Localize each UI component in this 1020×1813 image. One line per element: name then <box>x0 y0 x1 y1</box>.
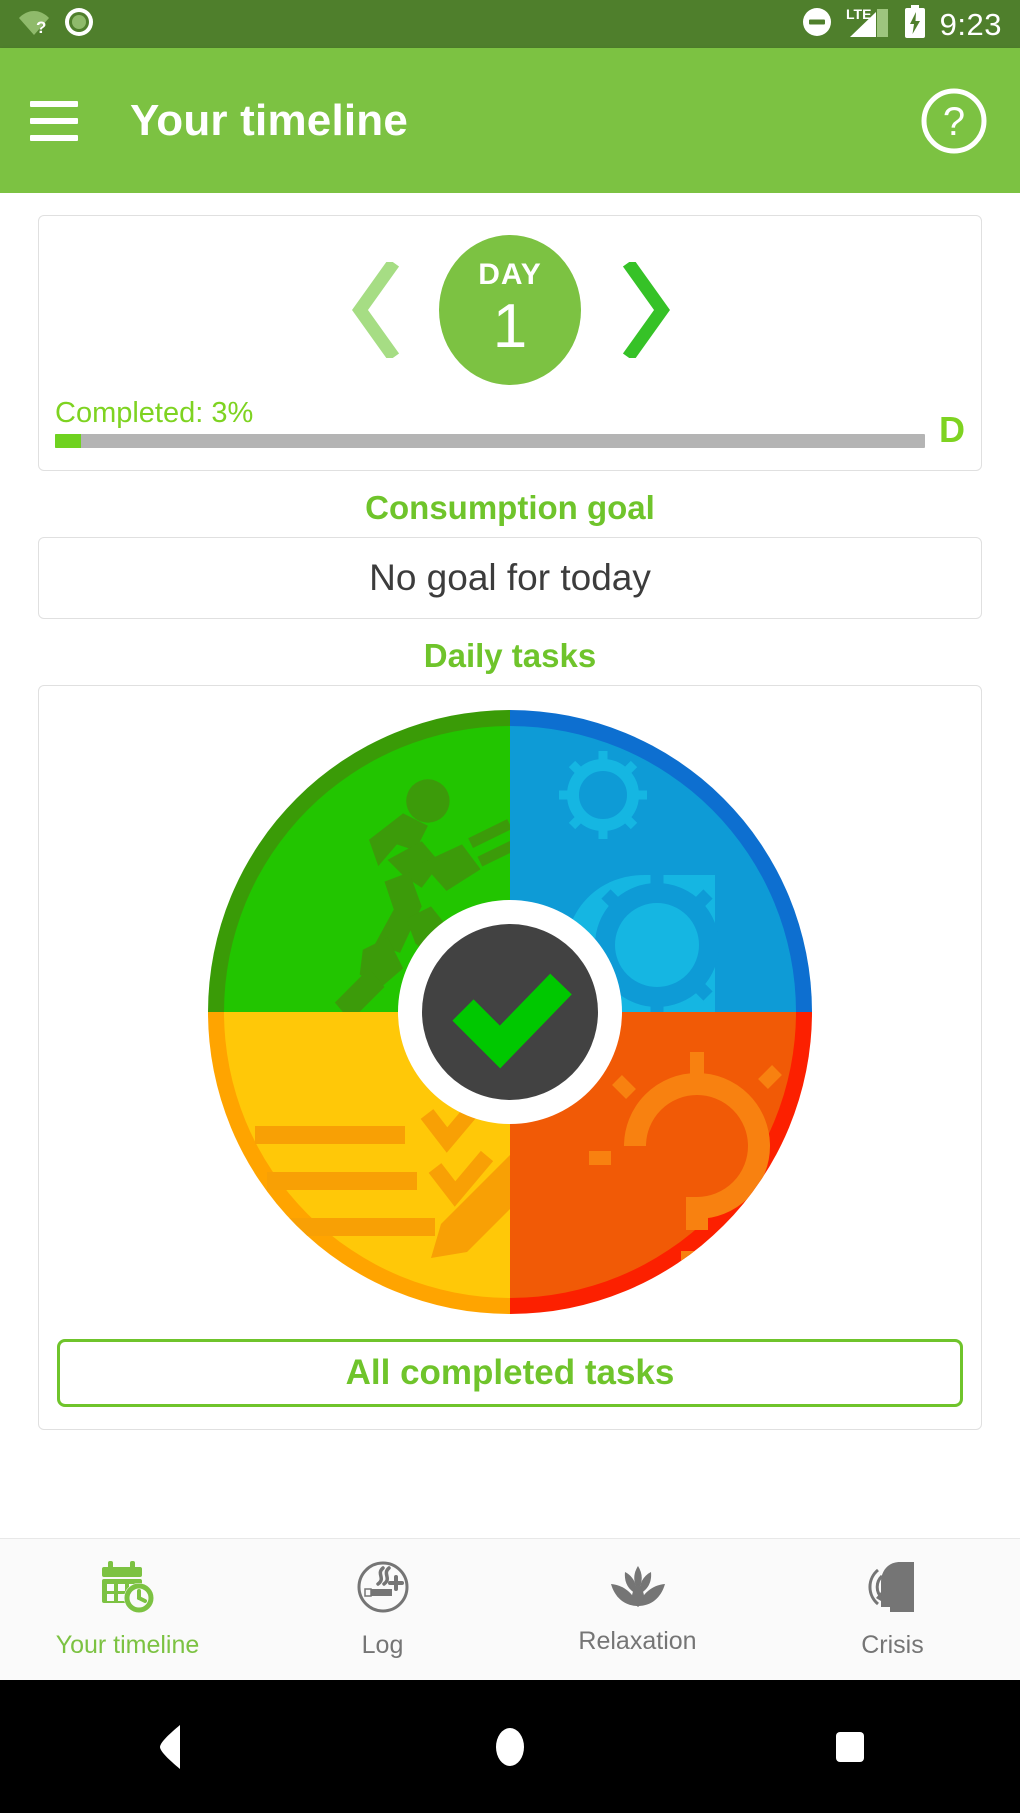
tasks-wheel-wrapper <box>57 700 963 1325</box>
lotus-flower-icon <box>609 1564 667 1615</box>
recents-square-icon[interactable] <box>790 1680 910 1813</box>
home-circle-icon[interactable] <box>450 1680 570 1813</box>
nav-item-your-timeline[interactable]: Your timeline <box>0 1539 255 1680</box>
hamburger-menu-icon[interactable] <box>30 100 78 141</box>
consumption-goal-card[interactable]: No goal for today <box>38 536 982 619</box>
day-bubble[interactable]: DAY 1 <box>439 235 581 385</box>
status-bar-clock: 9:23 <box>939 6 1002 42</box>
nav-label-your-timeline: Your timeline <box>55 1630 200 1659</box>
wifi-question-icon: ? <box>18 8 50 41</box>
chevron-left-icon[interactable] <box>343 262 405 358</box>
nav-item-crisis[interactable]: Crisis <box>765 1539 1020 1680</box>
day-selector-card: DAY 1 Completed: 3% D <box>38 215 982 471</box>
nav-label-log: Log <box>361 1630 404 1659</box>
nav-item-log[interactable]: Log <box>255 1539 510 1680</box>
consumption-goal-value: No goal for today <box>369 556 651 598</box>
tasks-wheel <box>208 709 812 1314</box>
progress-label: Completed: 3% <box>55 397 254 429</box>
chevron-right-icon[interactable] <box>615 262 677 358</box>
help-circle-icon[interactable]: ? <box>918 85 990 157</box>
progress-fill <box>55 433 82 448</box>
progress-row: Completed: 3% D <box>55 397 965 450</box>
nav-label-relaxation: Relaxation <box>578 1626 697 1655</box>
back-triangle-icon[interactable] <box>110 1680 230 1813</box>
record-dot-icon <box>64 7 94 42</box>
app-screen: ? LTE 9:23 Your timeline ? DAY 1 Complet… <box>0 0 1020 1813</box>
app-bar: Your timeline ? <box>0 48 1020 193</box>
page-title: Your timeline <box>130 95 409 145</box>
lte-signal-icon: LTE <box>846 6 890 43</box>
nav-item-relaxation[interactable]: Relaxation <box>510 1539 765 1680</box>
calendar-clock-icon <box>100 1560 156 1619</box>
consumption-goal-heading: Consumption goal <box>365 488 655 526</box>
daily-tasks-card: All completed tasks <box>38 684 982 1430</box>
svg-text:LTE: LTE <box>846 6 871 22</box>
day-selector-row: DAY 1 <box>55 230 965 390</box>
head-soundwave-icon <box>864 1560 922 1619</box>
status-bar: ? LTE 9:23 <box>0 0 1020 48</box>
nav-label-crisis: Crisis <box>861 1630 924 1659</box>
do-not-disturb-icon <box>802 7 832 42</box>
bottom-navigation: Your timeline Log Relaxation Crisis <box>0 1538 1020 1680</box>
svg-text:?: ? <box>36 18 46 36</box>
hamburger-line <box>30 134 78 141</box>
all-completed-tasks-button[interactable]: All completed tasks <box>57 1338 963 1407</box>
android-navigation-bar <box>0 1680 1020 1813</box>
svg-text:?: ? <box>943 100 965 144</box>
status-bar-right-icons: LTE 9:23 <box>802 4 1002 44</box>
day-number: 1 <box>492 292 528 362</box>
progress-track <box>55 433 925 448</box>
battery-charging-icon <box>904 4 926 44</box>
day-label: DAY <box>478 258 542 292</box>
progress-wrapper: Completed: 3% <box>55 397 925 448</box>
cigarette-plus-icon <box>356 1560 410 1619</box>
main-content: DAY 1 Completed: 3% D Consumption goal N… <box>0 193 1020 1538</box>
all-completed-tasks-label: All completed tasks <box>345 1352 675 1392</box>
hamburger-line <box>30 117 78 124</box>
wheel-center-circle[interactable] <box>422 923 598 1100</box>
daily-tasks-heading: Daily tasks <box>423 636 597 674</box>
progress-side-label: D <box>939 408 965 450</box>
hamburger-line <box>30 100 78 107</box>
status-bar-left-icons: ? <box>18 7 94 42</box>
